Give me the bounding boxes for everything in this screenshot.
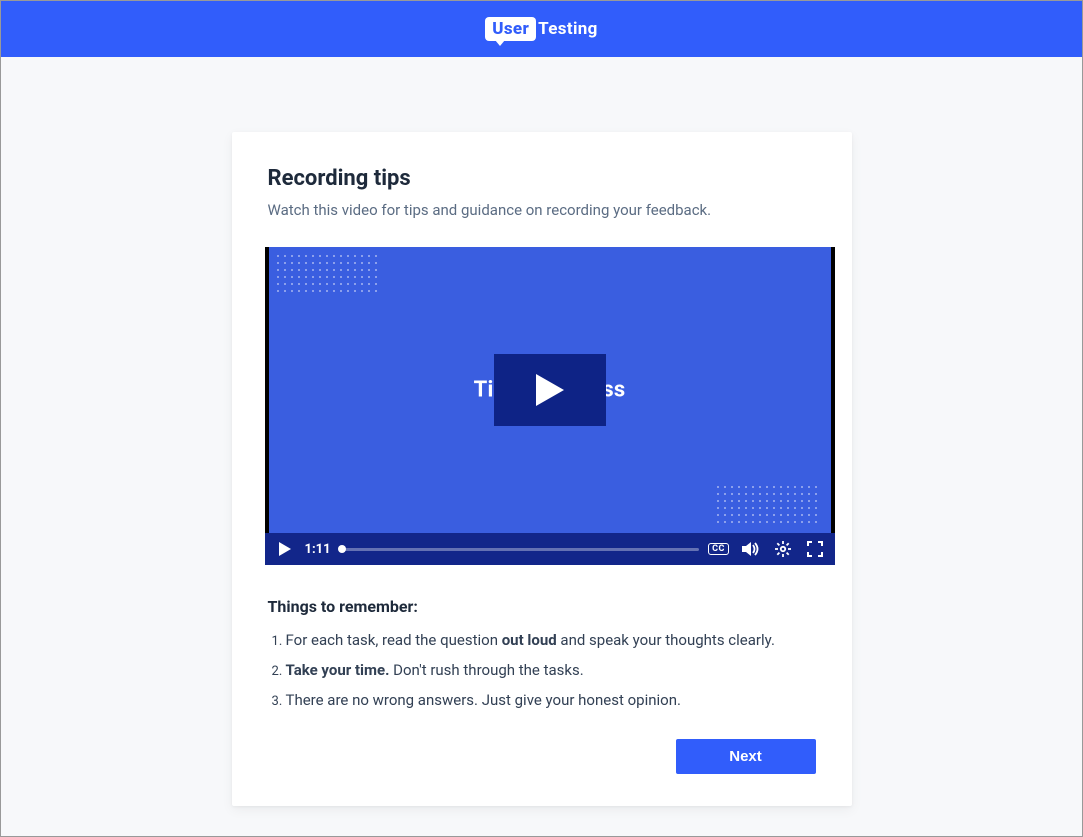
video-duration: 1:11 xyxy=(305,542,331,557)
volume-button[interactable] xyxy=(741,539,761,559)
play-icon xyxy=(279,542,291,556)
brand-logo-user: User xyxy=(485,17,536,41)
top-bar: User Testing xyxy=(1,1,1082,57)
video-player[interactable]: Ti ess 1:11 xyxy=(265,247,835,565)
video-control-bar: 1:11 CC xyxy=(265,533,835,565)
tips-heading: Things to remember: xyxy=(268,597,816,616)
cc-icon: CC xyxy=(708,543,729,555)
video-progress-bar[interactable] xyxy=(341,548,699,551)
main-content: Recording tips Watch this video for tips… xyxy=(1,57,1082,806)
page-subtitle: Watch this video for tips and guidance o… xyxy=(268,201,816,219)
captions-button[interactable]: CC xyxy=(709,539,729,559)
gear-icon xyxy=(775,541,791,557)
decoration-dots xyxy=(275,253,379,294)
content-card: Recording tips Watch this video for tips… xyxy=(232,132,852,806)
next-button[interactable]: Next xyxy=(676,739,816,774)
tips-list: For each task, read the question out lou… xyxy=(268,630,816,711)
play-icon xyxy=(536,374,564,406)
play-small-button[interactable] xyxy=(275,539,295,559)
list-item: For each task, read the question out lou… xyxy=(286,630,816,652)
list-item: Take your time. Don't rush through the t… xyxy=(286,660,816,682)
action-row: Next xyxy=(268,739,816,774)
settings-button[interactable] xyxy=(773,539,793,559)
brand-logo-testing: Testing xyxy=(538,19,598,39)
video-canvas: Ti ess xyxy=(269,247,831,533)
fullscreen-button[interactable] xyxy=(805,539,825,559)
decoration-dots xyxy=(715,484,819,525)
volume-icon xyxy=(742,541,760,557)
list-item: There are no wrong answers. Just give yo… xyxy=(286,690,816,712)
fullscreen-icon xyxy=(807,541,823,557)
play-button[interactable] xyxy=(494,354,606,426)
page-title: Recording tips xyxy=(268,166,816,191)
brand-logo: User Testing xyxy=(485,17,597,41)
